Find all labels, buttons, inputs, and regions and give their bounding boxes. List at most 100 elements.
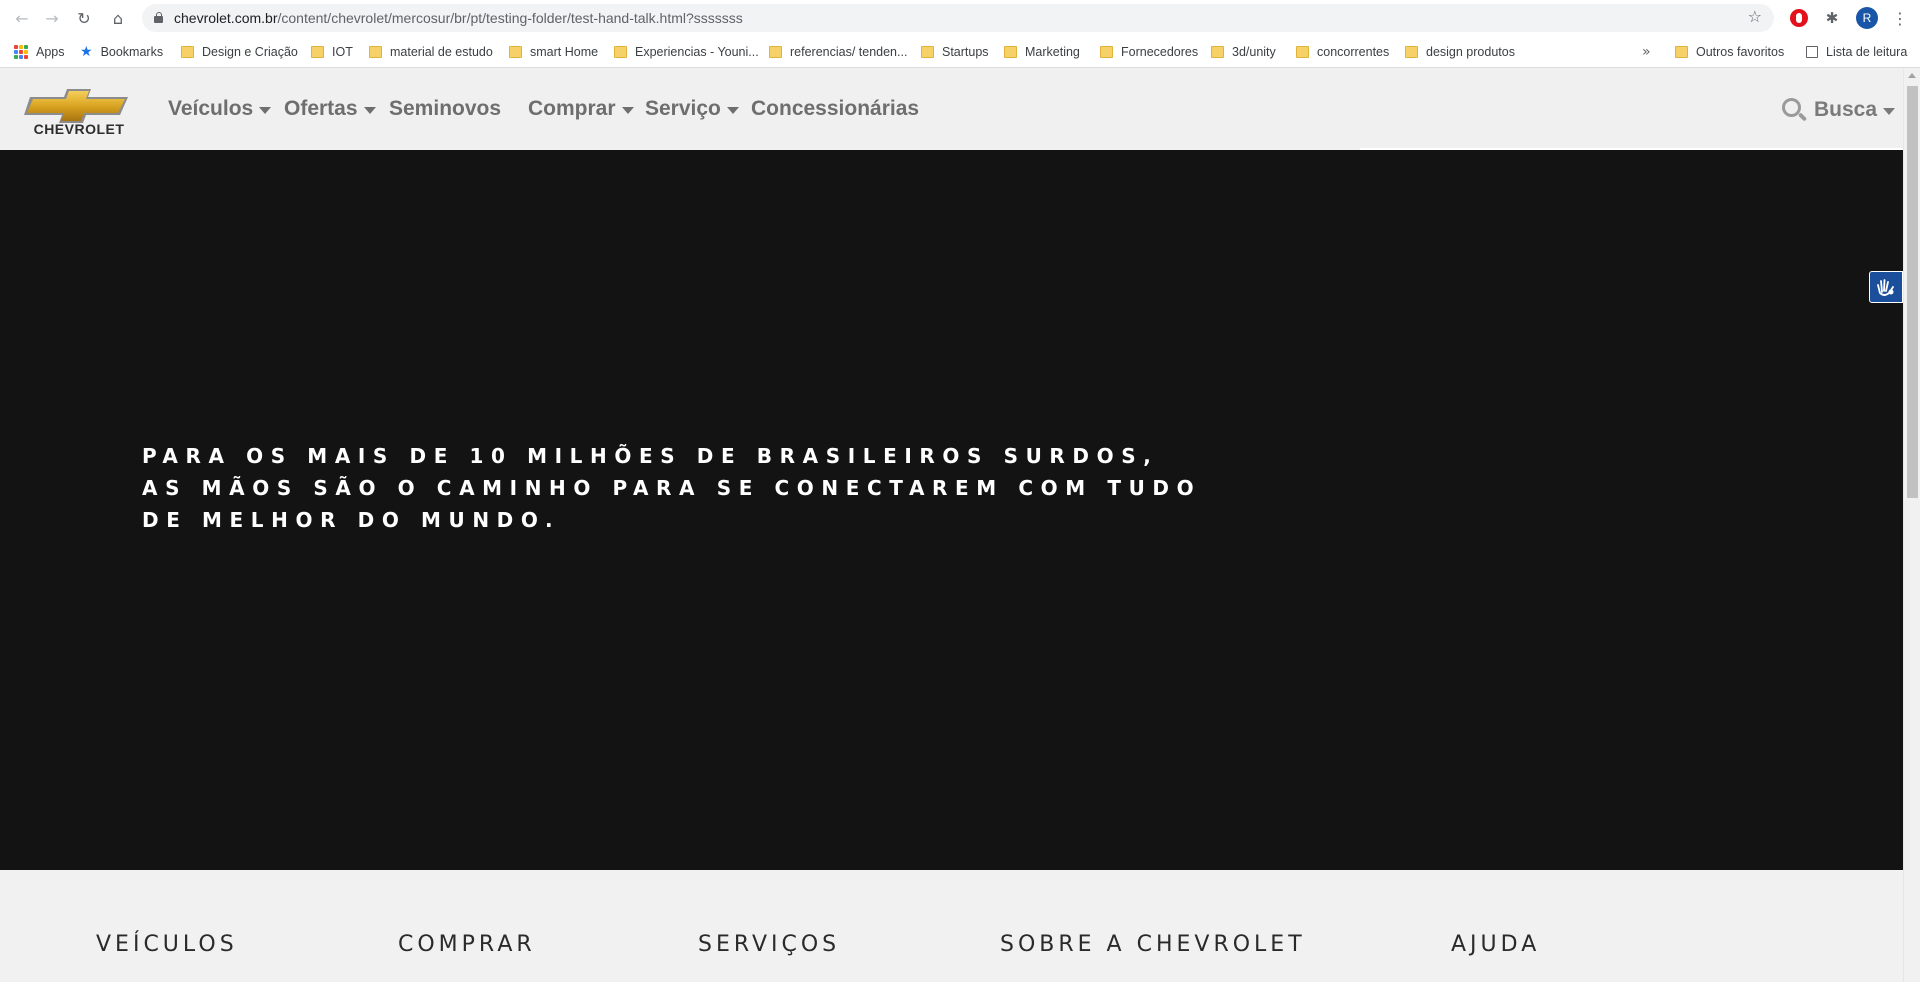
bookmark-label: IOT	[332, 45, 353, 59]
folder-icon	[369, 46, 382, 58]
bookmark-folder[interactable]: Fornecedores	[1100, 36, 1198, 68]
scroll-up-arrow-icon[interactable]	[1908, 73, 1916, 78]
hero-line: PARA OS MAIS DE 10 MILHÕES DE BRASILEIRO…	[142, 444, 1159, 468]
site-footer: VEÍCULOS COMPRAR SERVIÇOS SOBRE A CHEVRO…	[0, 870, 1903, 982]
search-icon	[1780, 96, 1808, 124]
site-header: CHEVROLET Veículos Ofertas Seminovos Com…	[0, 69, 1903, 150]
search-button[interactable]: Busca	[1780, 96, 1896, 124]
bookmark-label: Experiencias - Youni...	[635, 45, 759, 59]
bookmark-folder[interactable]: smart Home	[509, 36, 598, 68]
forward-arrow-icon[interactable]: →	[40, 6, 64, 30]
folder-icon	[1675, 46, 1688, 58]
caret-down-icon	[726, 106, 739, 114]
bookmark-folder[interactable]: referencias/ tenden...	[769, 36, 907, 68]
caret-down-icon	[1883, 107, 1896, 115]
folder-icon	[1100, 46, 1113, 58]
folder-icon	[614, 46, 627, 58]
hero-section: PARA OS MAIS DE 10 MILHÕES DE BRASILEIRO…	[0, 150, 1903, 870]
bookmark-bookmarks[interactable]: ★ Bookmarks	[80, 36, 163, 68]
nav-label: Seminovos	[389, 97, 502, 120]
back-arrow-icon[interactable]: ←	[10, 6, 34, 30]
bookmark-label: 3d/unity	[1232, 45, 1276, 59]
nav-seminovos[interactable]: Seminovos	[389, 97, 501, 121]
home-icon[interactable]: ⌂	[106, 6, 130, 30]
hero-line: DE MELHOR DO MUNDO.	[142, 508, 561, 532]
footer-heading-comprar: COMPRAR	[398, 932, 536, 957]
scrollbar-thumb[interactable]	[1907, 86, 1918, 498]
bookmark-label: material de estudo	[390, 45, 493, 59]
bookmark-label: referencias/ tenden...	[790, 45, 908, 59]
folder-icon	[921, 46, 934, 58]
bookmark-label: Marketing	[1025, 45, 1080, 59]
nav-servico[interactable]: Serviço	[645, 97, 739, 121]
bookmark-label: Bookmarks	[100, 45, 164, 59]
folder-icon	[1004, 46, 1017, 58]
browser-menu-icon[interactable]: ⋮	[1890, 8, 1910, 28]
nav-label: Veículos	[168, 97, 254, 120]
url-text[interactable]: chevrolet.com.br/content/chevrolet/merco…	[174, 10, 743, 26]
caret-down-icon	[259, 106, 272, 114]
folder-icon	[1405, 46, 1418, 58]
bookmark-label: concorrentes	[1317, 45, 1390, 59]
nav-label: Concessionárias	[751, 97, 920, 120]
folder-icon	[1296, 46, 1309, 58]
folder-icon	[509, 46, 522, 58]
search-label: Busca	[1814, 98, 1878, 121]
extensions-puzzle-icon[interactable]: ✱	[1822, 8, 1842, 28]
bookmark-label: smart Home	[530, 45, 599, 59]
nav-label: Ofertas	[284, 97, 358, 120]
reload-icon[interactable]: ↻	[72, 6, 96, 30]
reading-list-button[interactable]: Lista de leitura	[1806, 36, 1907, 68]
bookmark-label: Design e Criação	[202, 45, 298, 59]
apps-grid-icon	[14, 45, 28, 59]
profile-avatar[interactable]: R	[1856, 7, 1878, 29]
footer-heading-ajuda: AJUDA	[1451, 932, 1541, 957]
bookmark-folder[interactable]: Experiencias - Youni...	[614, 36, 759, 68]
bookmark-star-icon[interactable]: ☆	[1748, 7, 1762, 26]
bookmark-folder[interactable]: Design e Criação	[181, 36, 298, 68]
browser-toolbar: ← → ↻ ⌂ chevrolet.com.br/content/chevrol…	[0, 0, 1920, 36]
reading-list-icon	[1806, 46, 1818, 58]
folder-icon	[311, 46, 324, 58]
folder-icon	[1211, 46, 1224, 58]
caret-down-icon	[363, 106, 376, 114]
extension-red-icon[interactable]	[1790, 9, 1808, 27]
nav-label: Comprar	[528, 97, 616, 120]
bookmark-label: Fornecedores	[1121, 45, 1199, 59]
bookmark-folder[interactable]: Startups	[921, 36, 989, 68]
folder-icon	[181, 46, 194, 58]
page-scrollbar[interactable]	[1903, 69, 1920, 982]
bookmarks-bar: Apps ★ Bookmarks Design e Criação IOT ma…	[0, 36, 1920, 68]
star-icon: ★	[80, 44, 93, 60]
sign-language-widget-button[interactable]	[1869, 271, 1903, 303]
nav-veiculos[interactable]: Veículos	[168, 97, 272, 121]
hand-icon	[1877, 279, 1894, 296]
bookmark-label: Outros favoritos	[1696, 45, 1785, 59]
brand-wordmark: CHEVROLET	[33, 121, 125, 137]
footer-heading-veiculos: VEÍCULOS	[96, 932, 238, 957]
bookmark-folder[interactable]: IOT	[311, 36, 353, 68]
bookmark-folder[interactable]: 3d/unity	[1211, 36, 1276, 68]
nav-concessionarias[interactable]: Concessionárias	[751, 97, 919, 121]
bookmark-folder[interactable]: design produtos	[1405, 36, 1515, 68]
lock-icon	[154, 12, 163, 23]
bookmarks-overflow-button[interactable]: »	[1642, 36, 1651, 68]
nav-label: Serviço	[645, 97, 721, 120]
bookmark-label: design produtos	[1426, 45, 1515, 59]
folder-icon	[769, 46, 782, 58]
bookmark-other-favorites[interactable]: Outros favoritos	[1675, 36, 1784, 68]
footer-heading-sobre: SOBRE A CHEVROLET	[1000, 932, 1306, 957]
address-bar[interactable]: chevrolet.com.br/content/chevrolet/merco…	[142, 4, 1774, 32]
bookmark-folder[interactable]: Marketing	[1004, 36, 1080, 68]
nav-comprar[interactable]: Comprar	[528, 97, 634, 121]
nav-ofertas[interactable]: Ofertas	[284, 97, 376, 121]
hero-message: PARA OS MAIS DE 10 MILHÕES DE BRASILEIRO…	[142, 440, 1194, 536]
bookmark-folder[interactable]: concorrentes	[1296, 36, 1389, 68]
footer-heading-servicos: SERVIÇOS	[698, 932, 841, 957]
bookmark-label: Startups	[942, 45, 989, 59]
bookmark-apps[interactable]: Apps	[14, 36, 65, 68]
reading-list-label: Lista de leitura	[1826, 45, 1908, 59]
url-host: chevrolet.com.br	[174, 10, 278, 26]
bookmark-label: Apps	[36, 45, 65, 59]
bookmark-folder[interactable]: material de estudo	[369, 36, 493, 68]
